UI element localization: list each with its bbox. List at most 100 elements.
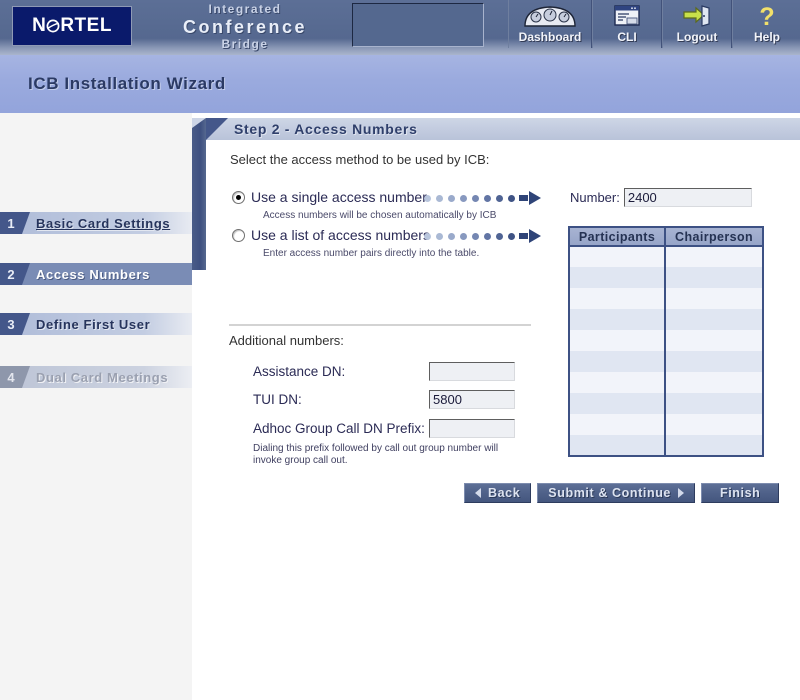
field-tui-dn: TUI DN: <box>253 390 515 409</box>
assistance-dn-input[interactable] <box>429 362 515 381</box>
toolbar-help-label: Help <box>753 30 780 44</box>
cell-chairperson[interactable] <box>665 414 763 435</box>
toolbar-dashboard-label: Dashboard <box>518 30 582 44</box>
cell-participants[interactable] <box>569 393 667 414</box>
page-title: ICB Installation Wizard <box>28 74 226 93</box>
cell-participants[interactable] <box>569 435 667 456</box>
toolbar-dashboard[interactable]: Dashboard <box>508 0 592 48</box>
table-row[interactable] <box>569 309 763 330</box>
cell-chairperson[interactable] <box>665 351 763 372</box>
option-list-label: Use a list of access numbers <box>251 227 430 243</box>
header-toolbar: Dashboard CLI Logout ? Help <box>508 0 800 48</box>
table-row[interactable] <box>569 351 763 372</box>
cell-participants[interactable] <box>569 288 667 309</box>
field-assistance-dn: Assistance DN: <box>253 362 515 381</box>
radio-list-access-numbers[interactable] <box>232 229 245 242</box>
access-numbers-table: Participants Chairperson <box>568 226 764 457</box>
cell-participants[interactable] <box>569 330 667 351</box>
header-blank-panel <box>352 3 484 47</box>
cell-chairperson[interactable] <box>665 393 763 414</box>
sidebar-step-access-numbers[interactable]: 2 Access Numbers <box>0 263 211 285</box>
option-list-description: Enter access number pairs directly into … <box>263 248 480 259</box>
step-number-badge: 2 <box>0 263 30 285</box>
option-single-label: Use a single access number <box>251 189 427 205</box>
brand-line-2: Conference <box>182 17 308 37</box>
intro-text: Select the access method to be used by I… <box>230 152 490 167</box>
toolbar-cli[interactable]: CLI <box>592 0 662 48</box>
back-button-label: Back <box>488 486 521 500</box>
adhoc-prefix-hint: Dialing this prefix followed by call out… <box>253 443 499 466</box>
cell-chairperson[interactable] <box>665 435 763 456</box>
icb-installation-wizard-page: N RTEL Integrated Conference Bridge Dash… <box>0 0 800 700</box>
toolbar-help[interactable]: ? Help <box>732 0 800 48</box>
submit-continue-button[interactable]: Submit & Continue <box>537 483 695 503</box>
adhoc-prefix-input[interactable] <box>429 419 515 438</box>
field-adhoc-group-call-dn-prefix: Adhoc Group Call DN Prefix: <box>253 419 515 438</box>
step-header-tab-notch <box>206 118 228 140</box>
column-header-participants: Participants <box>569 227 667 247</box>
table-row[interactable] <box>569 246 763 267</box>
table-row[interactable] <box>569 330 763 351</box>
sidebar-step-define-first-user[interactable]: 3 Define First User <box>0 313 192 335</box>
adhoc-prefix-label: Adhoc Group Call DN Prefix: <box>253 421 425 436</box>
product-brand: Integrated Conference Bridge <box>150 2 340 54</box>
question-mark-icon: ? <box>756 3 778 29</box>
cell-participants[interactable] <box>569 414 667 435</box>
table-row[interactable] <box>569 267 763 288</box>
step-header-title: Step 2 - Access Numbers <box>234 121 418 137</box>
leader-arrow-single <box>424 190 541 206</box>
cell-chairperson[interactable] <box>665 267 763 288</box>
table-row[interactable] <box>569 288 763 309</box>
table-row[interactable] <box>569 414 763 435</box>
sidebar-step-basic-card-settings[interactable]: 1 Basic Card Settings <box>0 212 192 234</box>
tui-dn-label: TUI DN: <box>253 392 302 407</box>
back-button[interactable]: Back <box>464 483 532 503</box>
terminal-window-icon <box>613 3 641 29</box>
option-single-description: Access numbers will be chosen automatica… <box>263 210 497 221</box>
nortel-logo-text: N RTEL <box>32 15 112 36</box>
tui-dn-input[interactable] <box>429 390 515 409</box>
cell-chairperson[interactable] <box>665 372 763 393</box>
cell-chairperson[interactable] <box>665 246 763 267</box>
sidebar-step-label: Dual Card Meetings <box>36 369 169 385</box>
finish-button-label: Finish <box>720 486 761 500</box>
column-header-chairperson: Chairperson <box>665 227 763 247</box>
wizard-title-band: ICB Installation Wizard <box>0 55 800 113</box>
nortel-globe-icon <box>46 19 60 33</box>
arrow-head-icon <box>529 229 541 243</box>
cell-participants[interactable] <box>569 267 667 288</box>
gauge-dashboard-icon <box>523 3 577 29</box>
step-header-bar: Step 2 - Access Numbers <box>206 118 800 140</box>
cell-participants[interactable] <box>569 309 667 330</box>
toolbar-cli-label: CLI <box>617 30 637 44</box>
finish-button[interactable]: Finish <box>701 483 780 503</box>
arrow-head-icon <box>529 191 541 205</box>
cell-chairperson[interactable] <box>665 330 763 351</box>
cell-participants[interactable] <box>569 372 667 393</box>
submit-continue-button-label: Submit & Continue <box>548 486 671 500</box>
wizard-button-row: Back Submit & Continue Finish <box>464 483 780 503</box>
table-header-row: Participants Chairperson <box>569 227 763 247</box>
toolbar-logout[interactable]: Logout <box>662 0 732 48</box>
exit-door-arrow-icon <box>682 3 712 29</box>
step-number-badge: 4 <box>0 366 30 388</box>
cell-participants[interactable] <box>569 351 667 372</box>
leader-arrow-list <box>424 228 541 244</box>
table-row[interactable] <box>569 435 763 456</box>
radio-single-access-number[interactable] <box>232 191 245 204</box>
cell-participants[interactable] <box>569 246 667 267</box>
step-number-badge: 3 <box>0 313 30 335</box>
access-numbers-table-body <box>569 246 763 456</box>
sidebar-step-label: Basic Card Settings <box>36 215 171 231</box>
assistance-dn-label: Assistance DN: <box>253 364 346 379</box>
cell-chairperson[interactable] <box>665 288 763 309</box>
access-number-input[interactable] <box>623 188 752 207</box>
table-row[interactable] <box>569 393 763 414</box>
sidebar-step-dual-card-meetings: 4 Dual Card Meetings <box>0 366 192 388</box>
additional-numbers-title: Additional numbers: <box>229 333 344 348</box>
cell-chairperson[interactable] <box>665 309 763 330</box>
table-row[interactable] <box>569 372 763 393</box>
chevron-right-icon <box>678 488 684 498</box>
svg-text:?: ? <box>759 4 774 29</box>
toolbar-logout-label: Logout <box>676 30 718 44</box>
